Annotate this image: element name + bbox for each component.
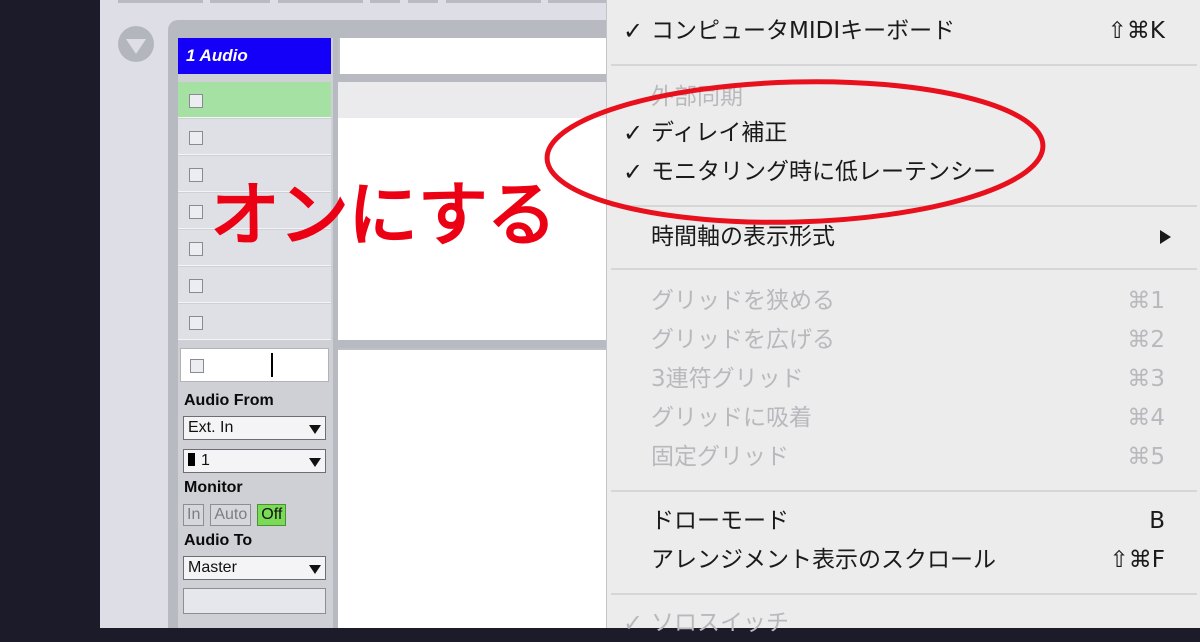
highlight-ellipse <box>544 79 1046 225</box>
